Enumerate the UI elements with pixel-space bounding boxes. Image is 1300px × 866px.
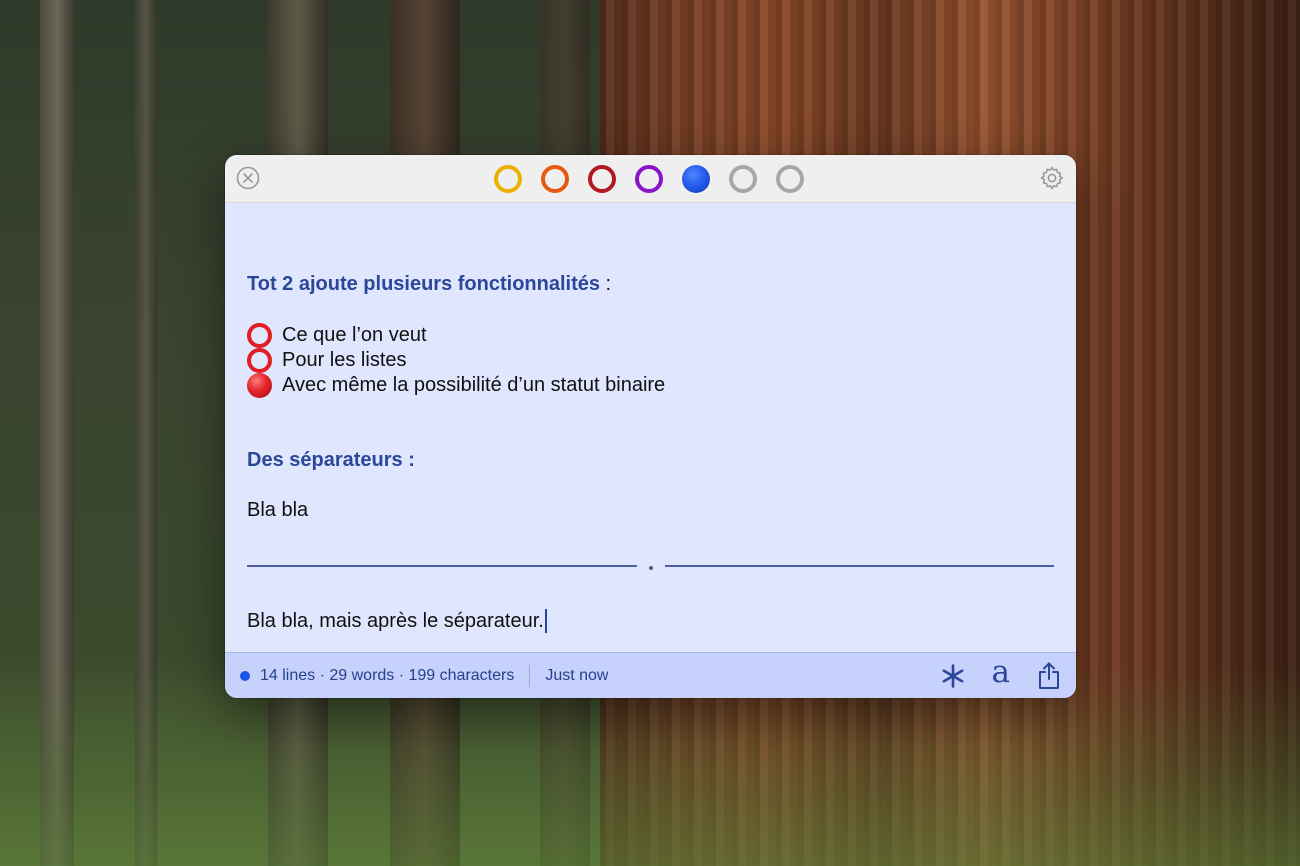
share-icon bbox=[1039, 662, 1059, 689]
color-dot-red[interactable] bbox=[588, 165, 616, 193]
color-dot-gray-1[interactable] bbox=[729, 165, 757, 193]
color-dot-purple[interactable] bbox=[635, 165, 663, 193]
paragraph: Bla bla bbox=[247, 499, 309, 521]
gear-icon bbox=[1040, 166, 1064, 190]
text-caret bbox=[544, 609, 547, 633]
font-button[interactable]: a bbox=[991, 654, 1010, 691]
color-dot-picker bbox=[494, 165, 804, 193]
color-dot-yellow[interactable] bbox=[494, 165, 522, 193]
red-disc-icon[interactable] bbox=[247, 373, 272, 398]
note-heading-separators: Des séparateurs : bbox=[247, 449, 415, 471]
color-dot-orange[interactable] bbox=[541, 165, 569, 193]
settings-button[interactable] bbox=[1039, 165, 1065, 191]
paragraph: Bla bla, mais après le séparateur. bbox=[247, 609, 547, 633]
last-saved-label: Just now bbox=[545, 666, 609, 684]
separator-line-right bbox=[664, 565, 1054, 567]
red-ring-icon[interactable] bbox=[247, 348, 272, 373]
note-editor[interactable]: Tot 2 ajoute plusieurs fonctionnalités :… bbox=[225, 203, 1076, 653]
note-stats[interactable]: 14 lines · 29 words · 199 characters bbox=[260, 667, 514, 685]
list-item-text: Pour les listes bbox=[282, 349, 407, 371]
separator-rule bbox=[247, 561, 1054, 571]
share-button[interactable] bbox=[1036, 661, 1062, 691]
tot-note-window: Tot 2 ajoute plusieurs fonctionnalités :… bbox=[225, 155, 1076, 698]
paragraph-text: Bla bla, mais après le séparateur. bbox=[247, 609, 544, 632]
red-ring-icon[interactable] bbox=[247, 323, 272, 348]
footer-actions: a bbox=[940, 653, 1062, 698]
list-item[interactable]: Ce que l’on veut bbox=[247, 323, 427, 348]
separator-line-left bbox=[247, 565, 637, 567]
list-item[interactable]: Avec même la possibilité d’un statut bin… bbox=[247, 373, 665, 398]
status-bar: 14 lines · 29 words · 199 characters Jus… bbox=[225, 652, 1076, 698]
list-item-text: Avec même la possibilité d’un statut bin… bbox=[282, 374, 666, 396]
asterisk-icon bbox=[942, 663, 963, 688]
heading-colon: : bbox=[600, 273, 612, 295]
font-a-icon: a bbox=[991, 654, 1010, 690]
list-item-text: Ce que l’on veut bbox=[282, 324, 427, 346]
desktop-background: Tot 2 ajoute plusieurs fonctionnalités :… bbox=[0, 0, 1300, 866]
close-button[interactable] bbox=[236, 166, 260, 190]
note-heading-features: Tot 2 ajoute plusieurs fonctionnalités : bbox=[247, 273, 611, 296]
color-dot-blue[interactable] bbox=[682, 165, 710, 193]
color-dot-gray-2[interactable] bbox=[776, 165, 804, 193]
list-item[interactable]: Pour les listes bbox=[247, 348, 407, 373]
titlebar bbox=[225, 155, 1076, 203]
heading-text: Tot 2 ajoute plusieurs fonctionnalités bbox=[247, 273, 600, 295]
close-icon bbox=[236, 166, 260, 190]
divider bbox=[529, 664, 531, 687]
separator-dot bbox=[648, 566, 653, 570]
current-color-indicator bbox=[240, 670, 250, 681]
markdown-button[interactable] bbox=[940, 663, 966, 689]
